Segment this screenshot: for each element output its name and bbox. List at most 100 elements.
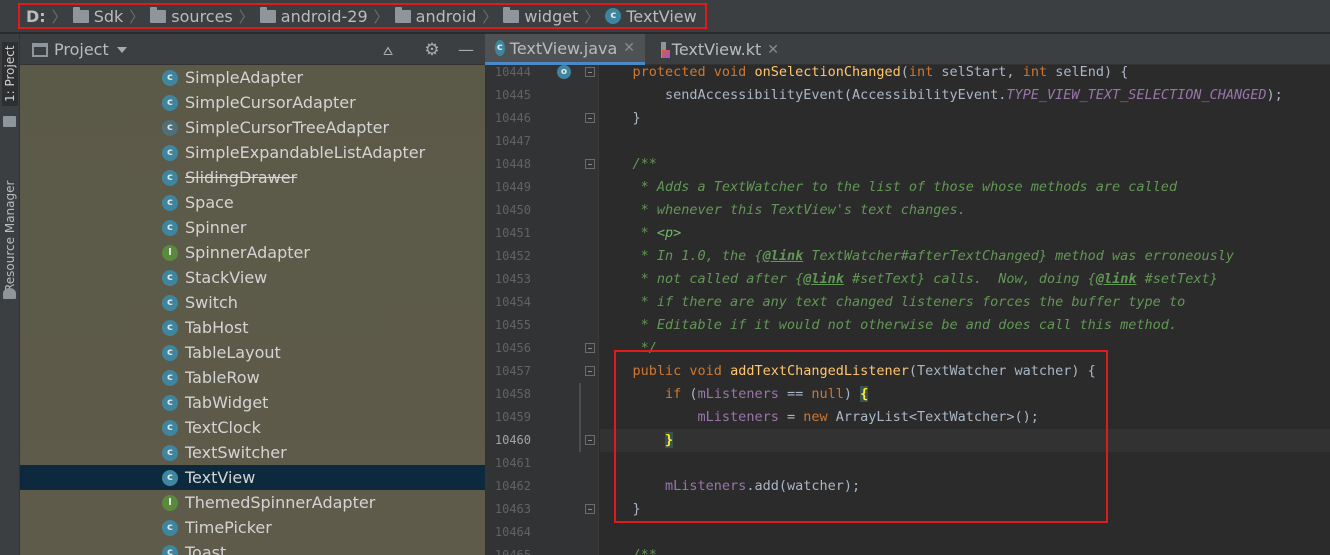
code-editor[interactable]: protected void onSelectionChanged(int se…: [600, 65, 1330, 555]
close-icon[interactable]: ✕: [767, 42, 779, 58]
code-token: * Editable if it would not otherwise be …: [600, 317, 1178, 333]
breadcrumb-item[interactable]: sources: [150, 6, 233, 26]
fold-marker-icon[interactable]: [585, 366, 595, 376]
code-token: ): [843, 386, 861, 402]
code-token: @link: [762, 248, 804, 264]
minimize-icon[interactable]: —: [456, 40, 476, 60]
editor-tab[interactable]: TextView.kt ✕: [651, 34, 789, 65]
tree-item-label: ThemedSpinnerAdapter: [185, 493, 376, 512]
chevron-right-icon: 〉: [129, 7, 145, 26]
editor-tab[interactable]: c TextView.java ✕: [485, 34, 645, 65]
tree-item-label: Switch: [185, 293, 238, 312]
folder-icon: [150, 6, 167, 23]
line-number: 10454: [494, 295, 531, 309]
code-token: =: [778, 409, 804, 425]
fold-marker-icon[interactable]: [585, 113, 595, 123]
breadcrumb-item[interactable]: Sdk: [72, 6, 123, 26]
fold-marker-icon[interactable]: [585, 343, 595, 353]
tree-item[interactable]: c SimpleCursorTreeAdapter: [20, 115, 485, 140]
tree-item[interactable]: c SlidingDrawer: [20, 165, 485, 190]
tree-item[interactable]: c SimpleCursorAdapter: [20, 90, 485, 115]
tree-item[interactable]: c Switch: [20, 290, 485, 315]
tree-item[interactable]: c TextSwitcher: [20, 440, 485, 465]
class-icon: c: [162, 269, 178, 286]
code-line: }: [600, 498, 1330, 521]
breadcrumb-item[interactable]: D:: [26, 7, 46, 26]
tree-item[interactable]: c TabHost: [20, 315, 485, 340]
tree-item-label: StackView: [185, 268, 268, 287]
tool-tab-project[interactable]: 1: Project: [2, 42, 18, 106]
tree-item[interactable]: c TextView: [20, 465, 485, 490]
fold-marker-icon[interactable]: [585, 67, 595, 77]
project-view-selector[interactable]: Project: [32, 40, 127, 59]
line-number: 10447: [494, 134, 531, 148]
tree-item[interactable]: I SpinnerAdapter: [20, 240, 485, 265]
line-number: 10460: [494, 433, 531, 447]
tree-item-label: TabWidget: [185, 393, 269, 412]
fold-marker-icon[interactable]: [585, 159, 595, 169]
project-window-icon: [32, 42, 48, 57]
tool-tab-project-label: 1: Project: [3, 45, 17, 103]
code-line: mListeners.add(watcher);: [600, 475, 1330, 498]
tree-item[interactable]: c TabWidget: [20, 390, 485, 415]
code-line: */: [600, 337, 1330, 360]
tree-item[interactable]: c TextClock: [20, 415, 485, 440]
fold-marker-icon[interactable]: [585, 435, 595, 445]
tree-item[interactable]: c Space: [20, 190, 485, 215]
chevron-right-icon: 〉: [373, 7, 389, 26]
code-token: protected void: [632, 65, 755, 80]
breadcrumb-item[interactable]: c TextView: [605, 6, 697, 26]
breadcrumb-item[interactable]: android-29: [259, 6, 368, 26]
class-icon: c: [162, 319, 178, 336]
breadcrumb-label: TextView: [626, 6, 697, 26]
breadcrumb-item[interactable]: android: [394, 6, 476, 26]
code-token: mListeners: [697, 386, 779, 402]
breadcrumb: D: 〉 Sdk 〉 sources 〉 android-29 〉 android 〉 widget…: [18, 3, 707, 29]
code-line: }: [600, 107, 1330, 130]
line-number: 10465: [494, 548, 531, 555]
tree-item[interactable]: c TableLayout: [20, 340, 485, 365]
tree-item[interactable]: c Toast: [20, 540, 485, 555]
class-icon: c: [162, 394, 178, 411]
code-token: mListeners: [697, 409, 779, 425]
code-token: }: [600, 501, 641, 517]
line-number: 10455: [494, 318, 531, 332]
tool-tab-resource-manager-label: Resource Manager: [3, 180, 17, 292]
code-line: * if there are any text changed listener…: [600, 291, 1330, 314]
tree-item[interactable]: c SimpleAdapter: [20, 65, 485, 90]
class-icon: c: [162, 519, 178, 536]
tree-item[interactable]: c SimpleExpandableListAdapter: [20, 140, 485, 165]
override-marker-icon[interactable]: o: [557, 65, 571, 79]
tool-tab-resource-manager[interactable]: Resource Manager: [2, 166, 18, 306]
tool-window-strip: 1: Project Resource Manager: [0, 34, 20, 555]
code-line: /**: [600, 153, 1330, 176]
code-line: * In 1.0, the {@link TextWatcher#afterTe…: [600, 245, 1330, 268]
project-panel-title: Project: [54, 40, 109, 59]
chevron-right-icon: 〉: [482, 7, 498, 26]
project-tree[interactable]: c SimpleAdapter c SimpleCursorAdapter c Simpl…: [20, 65, 485, 555]
editor-gutter[interactable]: 10444 o 10445 10446 10447 10448 10449 10450 1045…: [485, 65, 599, 555]
line-number: 10448: [494, 157, 531, 171]
folder-icon: [503, 6, 520, 23]
tree-item[interactable]: c TimePicker: [20, 515, 485, 540]
collapse-all-icon[interactable]: ⩟: [378, 40, 398, 60]
tree-item[interactable]: c TableRow: [20, 365, 485, 390]
gear-icon[interactable]: ⚙: [422, 40, 442, 60]
line-number: 10444: [494, 65, 531, 79]
tree-item[interactable]: c Spinner: [20, 215, 485, 240]
tree-item-label: TextView: [185, 468, 256, 487]
close-icon[interactable]: ✕: [623, 40, 635, 56]
class-icon: c: [162, 69, 178, 86]
line-number: 10461: [494, 456, 531, 470]
tree-item[interactable]: c StackView: [20, 265, 485, 290]
line-number: 10463: [494, 502, 531, 516]
breadcrumb-item[interactable]: widget: [503, 6, 578, 26]
breadcrumb-label: sources: [171, 6, 233, 26]
fold-marker-icon[interactable]: [585, 504, 595, 514]
class-icon: c: [605, 8, 622, 24]
tree-item[interactable]: I ThemedSpinnerAdapter: [20, 490, 485, 515]
vcs-change-bar: [579, 383, 581, 452]
